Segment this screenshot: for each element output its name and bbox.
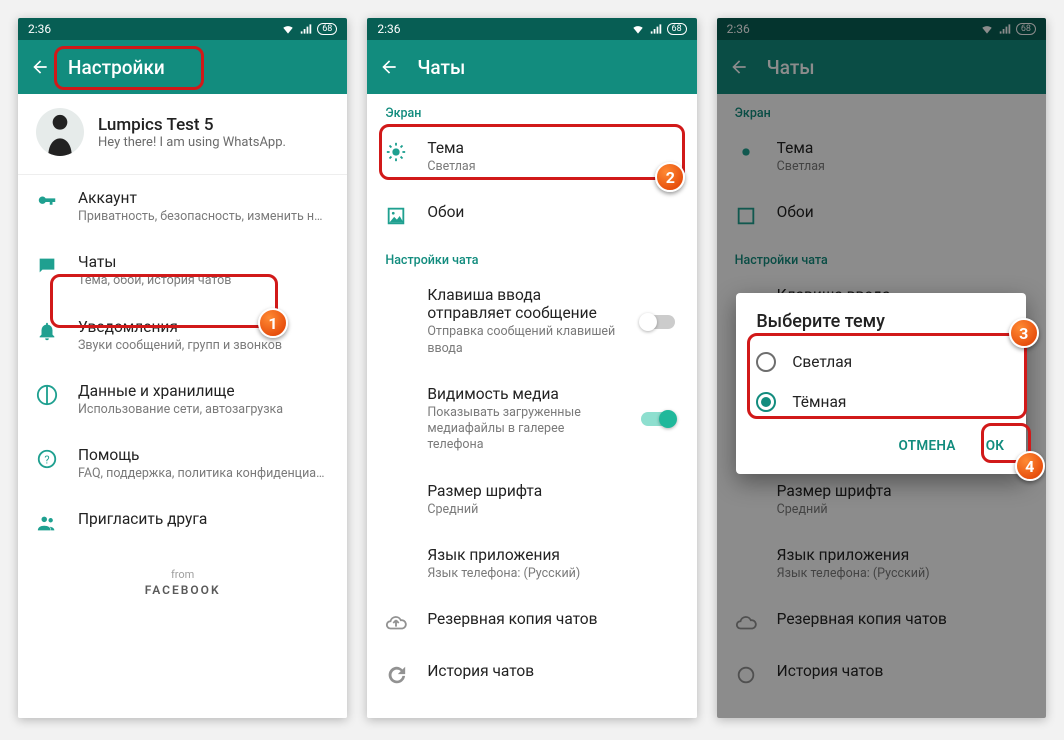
page-title: Чаты <box>417 56 465 79</box>
dialog-overlay: Выберите тему Светлая Тёмная ОТМЕНА ОК <box>717 18 1046 718</box>
wifi-icon <box>281 22 295 36</box>
settings-data[interactable]: Данные и хранилищеИспользование сети, ав… <box>18 368 347 432</box>
people-icon <box>36 512 58 534</box>
radio-icon <box>756 392 776 412</box>
dialog-title: Выберите тему <box>736 311 1026 342</box>
settings-invite[interactable]: Пригласить друга <box>18 496 347 548</box>
clock: 2:36 <box>377 22 400 36</box>
data-icon <box>36 384 58 406</box>
cancel-button[interactable]: ОТМЕНА <box>887 430 968 462</box>
step-bubble-1: 1 <box>258 308 288 338</box>
avatar <box>36 108 84 156</box>
step-bubble-4: 4 <box>1015 451 1045 481</box>
from-facebook: from FACEBOOK <box>18 548 347 617</box>
settings-help[interactable]: ? ПомощьFAQ, поддержка, политика конфиде… <box>18 432 347 496</box>
settings-chats[interactable]: ЧатыТема, обои, история чатов <box>18 239 347 303</box>
setting-font-size[interactable]: Размер шрифтаСредний <box>367 468 696 532</box>
key-icon <box>36 191 58 213</box>
svg-text:?: ? <box>44 454 49 467</box>
toggle-media[interactable] <box>641 412 675 426</box>
help-icon: ? <box>36 448 58 470</box>
battery-icon: 68 <box>667 23 687 35</box>
settings-notifications[interactable]: УведомленияЗвуки сообщений, групп и звон… <box>18 304 347 368</box>
wifi-icon <box>631 22 645 36</box>
setting-backup[interactable]: Резервная копия чатов <box>367 596 696 648</box>
step-bubble-3: 3 <box>1009 318 1039 348</box>
setting-enter-sends[interactable]: Клавиша ввода отправляет сообщениеОтправ… <box>367 272 696 371</box>
page-title: Настройки <box>68 56 165 79</box>
theme-icon <box>385 141 407 163</box>
profile-name: Lumpics Test 5 <box>98 115 329 135</box>
status-bar: 2:36 68 <box>18 18 347 40</box>
back-icon[interactable] <box>30 57 50 77</box>
status-bar: 2:36 68 <box>367 18 696 40</box>
chat-icon <box>36 255 58 277</box>
radio-light[interactable]: Светлая <box>736 342 1026 382</box>
back-icon[interactable] <box>379 57 399 77</box>
bell-icon <box>36 320 58 342</box>
section-chat-settings: Настройки чата <box>367 241 696 272</box>
clock: 2:36 <box>28 22 51 36</box>
profile-row[interactable]: Lumpics Test 5 Hey there! I am using Wha… <box>18 94 347 175</box>
radio-dark[interactable]: Тёмная <box>736 382 1026 422</box>
setting-history[interactable]: История чатов <box>367 648 696 700</box>
setting-media-visibility[interactable]: Видимость медиаПоказывать загруженные ме… <box>367 371 696 468</box>
toggle-enter[interactable] <box>641 315 675 329</box>
setting-theme[interactable]: ТемаСветлая <box>367 125 696 189</box>
setting-wallpaper[interactable]: Обои <box>367 189 696 241</box>
ok-button[interactable]: ОК <box>974 430 1017 462</box>
settings-account[interactable]: АккаунтПриватность, безопасность, измени… <box>18 175 347 239</box>
cloud-icon <box>385 612 407 634</box>
battery-icon: 68 <box>317 23 337 35</box>
profile-status: Hey there! I am using WhatsApp. <box>98 135 329 150</box>
app-bar: Настройки <box>18 40 347 94</box>
section-screen: Экран <box>367 94 696 125</box>
signal-icon <box>299 22 313 36</box>
wallpaper-icon <box>385 205 407 227</box>
radio-icon <box>756 352 776 372</box>
app-bar: Чаты <box>367 40 696 94</box>
setting-language[interactable]: Язык приложенияЯзык телефона: (Русский) <box>367 532 696 596</box>
history-icon <box>385 664 407 686</box>
signal-icon <box>649 22 663 36</box>
theme-dialog: Выберите тему Светлая Тёмная ОТМЕНА ОК <box>736 293 1026 474</box>
